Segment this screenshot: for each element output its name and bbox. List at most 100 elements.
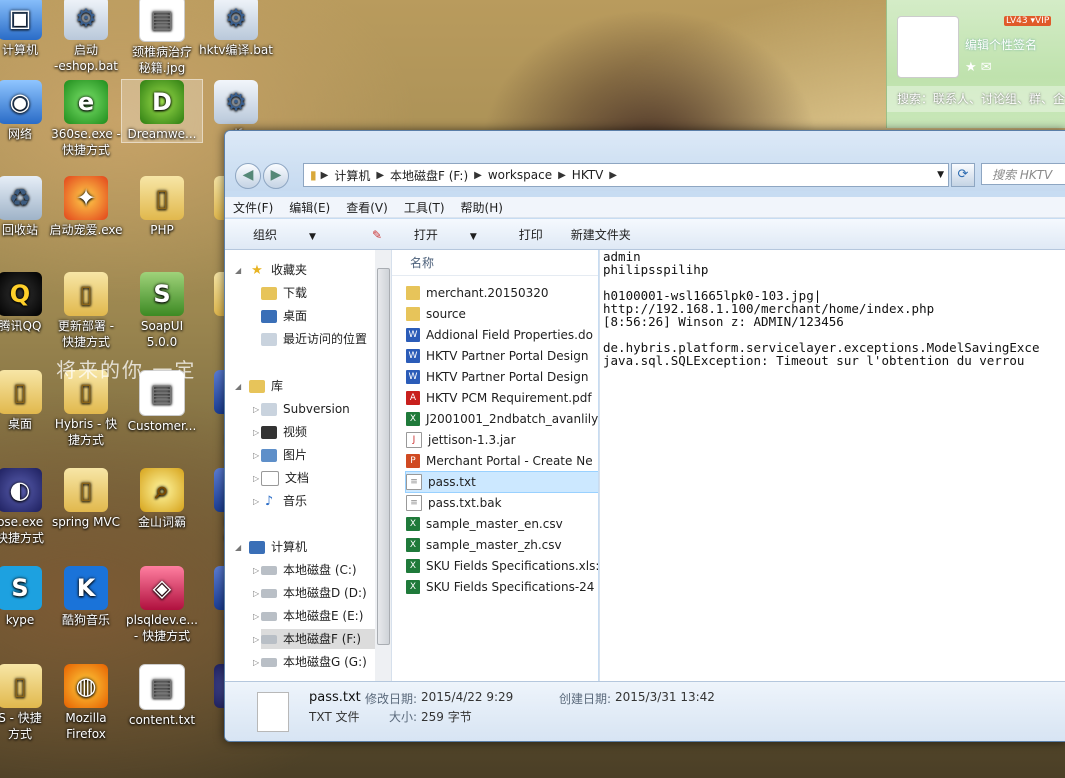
nav-drive[interactable]: 本地磁盘D (D:) (261, 583, 375, 603)
nav-downloads[interactable]: 下载 (261, 283, 307, 303)
file-row[interactable]: X SKU Fields Specifications-24 (406, 577, 598, 597)
desktop-icon-item[interactable]: ▤ 颈椎病治疗 秘籍.jpg (122, 0, 202, 76)
ppt-file-icon: P (406, 454, 420, 468)
open-button[interactable]: ✎ 打开 ▼ (344, 226, 505, 243)
desktop-icon-item[interactable]: ✦ 启动宠爱.exe (46, 176, 126, 238)
menu-view[interactable]: 查看(V) (338, 199, 396, 216)
jar-file-icon: J (406, 432, 422, 448)
breadcrumb-workspace[interactable]: workspace (482, 168, 558, 182)
expand-icon[interactable]: ▷ (253, 658, 259, 667)
expand-icon[interactable]: ▷ (253, 474, 259, 483)
file-row[interactable]: W Addional Field Properties.do (406, 325, 598, 345)
breadcrumb-drive-f[interactable]: 本地磁盘F (F:) (384, 167, 474, 184)
nav-desktop[interactable]: 桌面 (261, 306, 307, 326)
expand-icon[interactable]: ▷ (253, 612, 259, 621)
expand-icon[interactable]: ◢ (235, 543, 241, 552)
desktop-icon-item[interactable]: ▯ 更新部署 - 快捷方式 (46, 272, 126, 350)
print-button[interactable]: 打印 (505, 226, 557, 243)
nav-drive[interactable]: 本地磁盘E (E:) (261, 606, 375, 626)
breadcrumb-separator-icon: ▶ (558, 169, 566, 181)
breadcrumb-computer[interactable]: 计算机 (328, 167, 376, 184)
nav-drive[interactable]: 本地磁盘G (G:) (261, 652, 375, 672)
breadcrumb-hktv[interactable]: HKTV (566, 168, 610, 182)
nav-music[interactable]: ♪ 音乐 (261, 491, 307, 511)
menu-tools[interactable]: 工具(T) (396, 199, 453, 216)
back-arrow-icon[interactable]: ◀ (235, 163, 261, 189)
nav-pictures[interactable]: 图片 (261, 445, 307, 465)
library-folder-icon (261, 402, 277, 416)
expand-icon[interactable]: ▷ (253, 635, 259, 644)
command-bar: 组织 ▼ ✎ 打开 ▼ 打印 新建文件夹 (225, 219, 1065, 250)
scrollbar-thumb[interactable] (377, 268, 390, 645)
file-row[interactable]: Xsample_master_en.csv (406, 514, 598, 534)
file-row[interactable]: A HKTV PCM Requirement.pdf (406, 388, 598, 408)
desktop-icon-item[interactable]: ◍ Mozilla Firefox (46, 664, 126, 742)
expand-icon[interactable]: ◢ (235, 266, 241, 275)
desktop-icon-item[interactable]: e 360se.exe - 快捷方式 (46, 80, 126, 158)
avatar[interactable] (897, 16, 959, 78)
nav-computer[interactable]: 计算机 (249, 537, 307, 557)
new-folder-button[interactable]: 新建文件夹 (557, 226, 645, 243)
signature-field[interactable]: 编辑个性签名 (965, 36, 1037, 53)
shortcut-icon: Q (0, 272, 42, 316)
nav-libraries[interactable]: 库 (249, 376, 283, 396)
desktop-icon-item[interactable]: ◈ plsqldev.e... - 快捷方式 (122, 566, 202, 644)
file-row[interactable]: Xsample_master_zh.csv (406, 535, 598, 555)
desktop-icon-item[interactable]: ▯ spring MVC (46, 468, 126, 530)
column-header-name[interactable]: 名称 (392, 250, 598, 276)
address-dropdown-icon[interactable]: ▼ (937, 170, 948, 180)
desktop-icon-item[interactable]: ⚙ 启动 -eshop.bat (46, 0, 126, 74)
expand-icon[interactable]: ▷ (253, 497, 259, 506)
file-row[interactable]: W HKTV Partner Portal Design (406, 346, 598, 366)
desktop-icon-item[interactable]: K 酷狗音乐 (46, 566, 126, 628)
file-row[interactable]: merchant.20150320 (406, 283, 598, 303)
word-file-icon: W (406, 328, 420, 342)
file-row[interactable]: ≡ pass.txt (405, 471, 598, 493)
file-row[interactable]: W HKTV Partner Portal Design (406, 367, 598, 387)
organize-button[interactable]: 组织 ▼ (225, 226, 344, 243)
search-input[interactable]: 搜索 HKTV (981, 163, 1065, 185)
nav-drive[interactable]: 本地磁盘F (F:) (261, 629, 375, 649)
wallpaper-watermark-text: 将来的你 一定 (56, 358, 197, 382)
nav-videos[interactable]: 视频 (261, 422, 307, 442)
file-row[interactable]: source (406, 304, 598, 324)
shortcut-icon: S (140, 272, 184, 316)
expand-icon[interactable]: ◢ (235, 382, 241, 391)
qq-panel: LV43 ▾VIP 编辑个性签名 ★ ✉ 搜索：联系人、讨论组、群、企 (886, 0, 1065, 128)
file-row[interactable]: ≡ pass.txt.bak (406, 493, 598, 513)
file-row[interactable]: X SKU Fields Specifications.xls: (406, 556, 598, 576)
refresh-icon[interactable]: ⟳ (951, 163, 975, 187)
nav-documents[interactable]: 文档 (261, 468, 309, 488)
menu-help[interactable]: 帮助(H) (453, 199, 511, 216)
forward-arrow-icon[interactable]: ▶ (263, 163, 289, 189)
expand-icon[interactable]: ▷ (253, 566, 259, 575)
nav-favorites[interactable]: ★ 收藏夹 (249, 260, 307, 280)
nav-documents-label: 文档 (285, 471, 310, 485)
menu-edit[interactable]: 编辑(E) (281, 199, 338, 216)
nav-recent[interactable]: 最近访问的位置 (261, 329, 367, 349)
desktop-icon-item[interactable]: ▤ content.txt (122, 664, 202, 728)
desktop-icon-label: Customer... (127, 419, 197, 433)
file-row[interactable]: Jjettison-1.3.jar (406, 430, 598, 450)
expand-icon[interactable]: ▷ (253, 451, 259, 460)
file-row[interactable]: X J2001001_2ndbatch_avanlily_ (406, 409, 598, 429)
expand-icon[interactable]: ▷ (253, 428, 259, 437)
desktop-icon-item[interactable]: ⚙ hktv编译.bat (196, 0, 276, 58)
desktop-icon-item[interactable]: D Dreamwe... (121, 79, 203, 143)
status-icons[interactable]: ★ ✉ (965, 60, 992, 75)
menu-bar: 文件(F) 编辑(E) 查看(V) 工具(T) 帮助(H) (225, 197, 1065, 218)
qq-search-input[interactable]: 搜索：联系人、讨论组、群、企 (887, 86, 1065, 112)
desktop-icon-item[interactable]: S SoapUI 5.0.0 (122, 272, 202, 350)
address-bar[interactable]: ▮ ▶ 计算机 ▶ 本地磁盘F (F:) ▶ workspace ▶ HKTV … (303, 163, 949, 187)
nav-scrollbar[interactable] (375, 250, 392, 681)
desktop-icon-label: Mozilla Firefox (65, 711, 107, 741)
expand-icon[interactable]: ▷ (253, 589, 259, 598)
notepad-icon: ✎ (371, 227, 382, 242)
desktop-icon-item[interactable]: ⌕ 金山词霸 (122, 468, 202, 530)
desktop-icon-item[interactable]: ▯ PHP (122, 176, 202, 238)
file-row[interactable]: P Merchant Portal - Create Ne (406, 451, 598, 471)
nav-drive[interactable]: 本地磁盘 (C:) (261, 560, 375, 580)
nav-subversion[interactable]: Subversion (261, 399, 350, 419)
menu-file[interactable]: 文件(F) (225, 199, 281, 216)
expand-icon[interactable]: ▷ (253, 405, 259, 414)
